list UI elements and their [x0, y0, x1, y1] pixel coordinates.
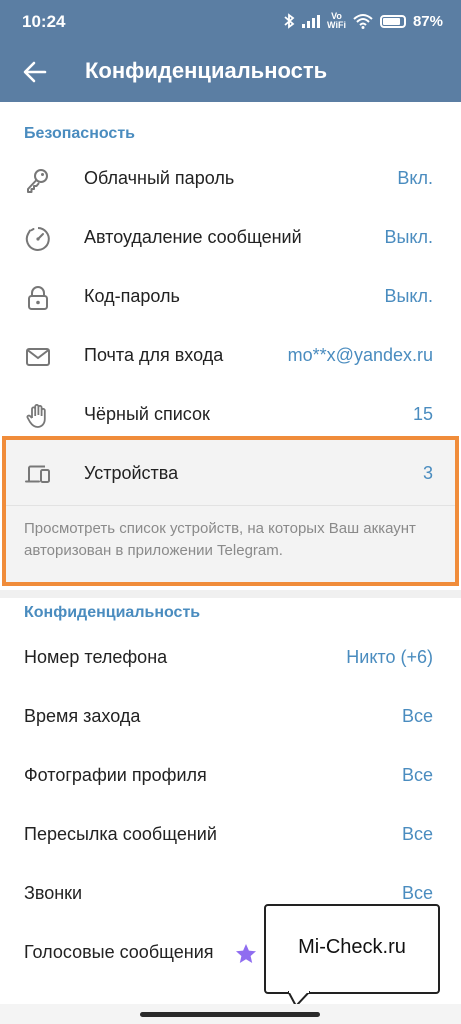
row-label: Почта для входа: [84, 345, 224, 365]
row-last-seen[interactable]: Время захода Все: [0, 688, 461, 747]
app-bar: Конфиденциальность: [0, 44, 461, 102]
row-label: Фотографии профиля: [24, 765, 207, 785]
row-label: Голосовые сообщения: [24, 942, 214, 962]
row-devices[interactable]: Устройства 3: [6, 445, 455, 504]
row-value: Выкл.: [384, 227, 433, 247]
devices-description: Просмотреть список устройств, на которых…: [24, 520, 416, 559]
row-value: Все: [401, 824, 433, 844]
section-header-privacy: Конфиденциальность: [24, 604, 201, 621]
hand-icon: [26, 404, 46, 428]
row-label: Пересылка сообщений: [24, 824, 217, 844]
row-value: 15: [412, 404, 433, 424]
row-label: Код-пароль: [84, 286, 180, 306]
section-separator: [0, 590, 461, 598]
row-value: Выкл.: [384, 286, 433, 306]
row-label: Автоудаление сообщений: [84, 227, 302, 247]
row-cloud-password[interactable]: Облачный пароль Вкл.: [0, 150, 461, 209]
row-label: Устройства: [84, 463, 179, 483]
row-label: Время захода: [24, 706, 141, 726]
row-label: Чёрный список: [84, 404, 210, 424]
row-auto-delete[interactable]: Автоудаление сообщений Выкл.: [0, 209, 461, 268]
lock-icon: [28, 286, 48, 310]
mail-icon: [26, 348, 50, 366]
key-icon: [27, 169, 48, 193]
status-bar: 10:24 Vo WiFi 87%: [0, 0, 461, 44]
row-phone-number[interactable]: Номер телефона Никто (+6): [0, 629, 461, 688]
row-value: Вкл.: [397, 168, 433, 188]
devices-icon: [25, 465, 50, 483]
gesture-nav-bar: [0, 1004, 461, 1024]
wifi-icon: [353, 14, 373, 29]
watermark-text: Mi-Check.ru: [298, 936, 406, 958]
row-value: mo**x@yandex.ru: [287, 345, 433, 365]
row-value: Все: [401, 883, 433, 903]
timer-icon: [25, 227, 50, 251]
row-value: Все: [401, 706, 433, 726]
page-title: Конфиденциальность: [85, 58, 328, 83]
arrow-left-icon[interactable]: [20, 57, 50, 87]
signal-icon: [302, 14, 321, 28]
row-passcode[interactable]: Код-пароль Выкл.: [0, 268, 461, 327]
status-time: 10:24: [22, 12, 66, 31]
row-profile-photos[interactable]: Фотографии профиля Все: [0, 747, 461, 806]
section-header-security: Безопасность: [24, 125, 135, 142]
premium-star-icon: [236, 944, 256, 963]
status-icons: Vo WiFi 87%: [283, 12, 443, 30]
battery-percent: 87%: [412, 12, 443, 30]
row-value: Никто (+6): [346, 647, 433, 667]
vowifi-icon: Vo WiFi: [327, 12, 346, 30]
home-gesture-handle[interactable]: [140, 1012, 320, 1017]
bluetooth-icon: [284, 13, 295, 29]
vowifi-bottom-label: WiFi: [327, 20, 346, 30]
row-label: Облачный пароль: [84, 168, 235, 188]
row-value: Все: [401, 765, 433, 785]
row-login-email[interactable]: Почта для входа mo**x@yandex.ru: [0, 327, 461, 386]
battery-fill: [382, 17, 401, 25]
divider: [6, 505, 455, 506]
row-value: 3: [422, 463, 433, 483]
row-label: Звонки: [24, 883, 83, 903]
battery-icon: [379, 14, 406, 28]
row-forwarded-messages[interactable]: Пересылка сообщений Все: [0, 806, 461, 865]
watermark-callout: Mi-Check.ru: [264, 904, 440, 994]
row-label: Номер телефона: [24, 647, 168, 667]
